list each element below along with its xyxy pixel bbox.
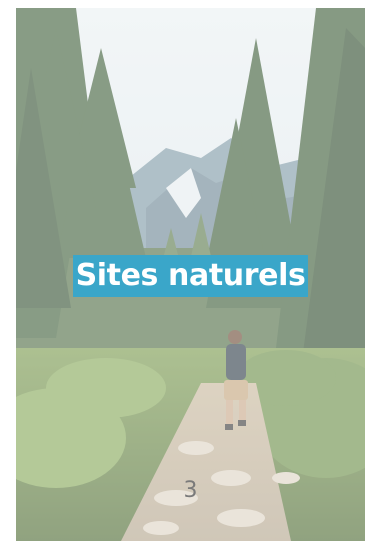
slide-card[interactable]: Sites naturels 3 <box>16 8 365 541</box>
slide-title: Sites naturels <box>72 255 309 297</box>
title-container: Sites naturels <box>16 255 365 297</box>
page-number: 3 <box>183 478 198 503</box>
